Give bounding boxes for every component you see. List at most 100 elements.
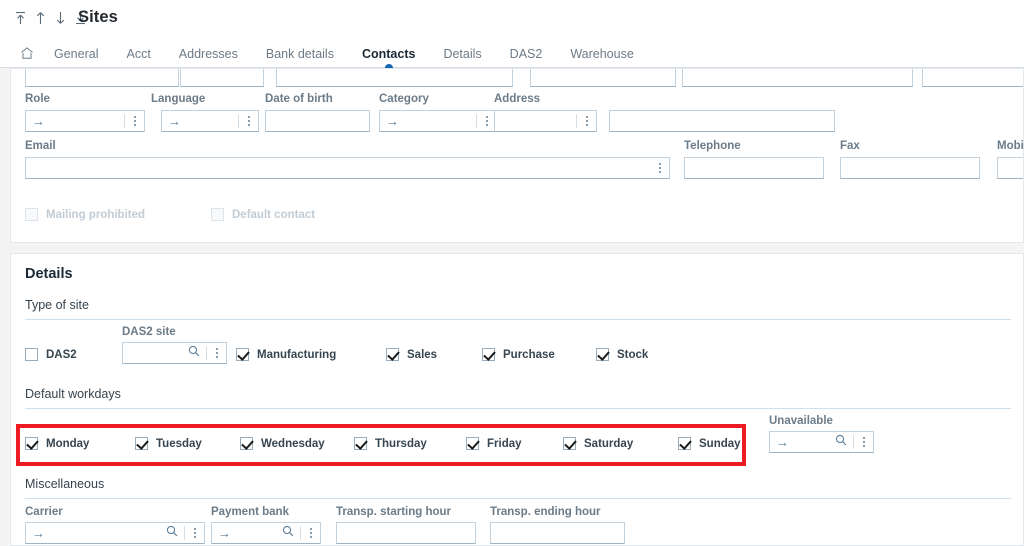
checkbox-label: Manufacturing (257, 349, 336, 361)
address-code-input[interactable] (494, 110, 597, 132)
workday-checkbox-thursday[interactable]: Thursday (354, 437, 427, 450)
checkbox-label: Thursday (375, 438, 427, 450)
payment-bank-input[interactable]: → (211, 522, 321, 544)
purchase-checkbox[interactable]: Purchase (482, 348, 555, 361)
das2-checkbox[interactable]: DAS2 (25, 348, 77, 361)
das2-site-input[interactable] (122, 342, 227, 364)
section-title-type-of-site: Type of site (25, 298, 89, 312)
role-label: Role (25, 93, 50, 105)
stock-checkbox[interactable]: Stock (596, 348, 648, 361)
app-header: Sites (0, 0, 1024, 40)
address-text-input[interactable] (609, 110, 835, 132)
transp-ending-hour-input[interactable] (490, 522, 625, 544)
tab-contacts[interactable]: Contacts (348, 40, 429, 68)
mailing-prohibited-checkbox[interactable]: Mailing prohibited (25, 208, 145, 221)
manufacturing-checkbox[interactable]: Manufacturing (236, 348, 336, 361)
mobile-input[interactable] (997, 157, 1024, 179)
tab-das2[interactable]: DAS2 (496, 40, 557, 68)
mobile-label: Mobi (997, 140, 1024, 152)
arrow-icon: → (32, 527, 45, 540)
search-icon[interactable] (282, 524, 294, 542)
tab-label: DAS2 (510, 47, 543, 61)
divider (124, 114, 125, 128)
telephone-input[interactable] (684, 157, 824, 179)
tab-home[interactable] (18, 40, 40, 68)
sales-checkbox[interactable]: Sales (386, 348, 437, 361)
checkbox-box (596, 348, 609, 361)
clipped-field-5[interactable] (682, 68, 913, 87)
category-kebab-icon[interactable] (482, 114, 492, 128)
default-contact-checkbox[interactable]: Default contact (211, 208, 315, 221)
email-input[interactable] (25, 157, 670, 179)
unavailable-input[interactable]: → (769, 431, 874, 453)
language-kebab-icon[interactable] (244, 114, 254, 128)
previous-record-icon[interactable] (34, 9, 47, 27)
divider (576, 114, 577, 128)
checkbox-box (466, 437, 479, 450)
workday-checkbox-wednesday[interactable]: Wednesday (240, 437, 325, 450)
carrier-kebab-icon[interactable] (190, 526, 200, 540)
search-icon[interactable] (166, 524, 178, 542)
section-title-miscellaneous: Miscellaneous (25, 477, 104, 491)
carrier-input[interactable]: → (25, 522, 205, 544)
workday-checkbox-saturday[interactable]: Saturday (563, 437, 633, 450)
section-title-default-workdays: Default workdays (25, 387, 121, 401)
language-input[interactable]: → (161, 110, 259, 132)
category-input[interactable]: → (379, 110, 497, 132)
checkbox-label: DAS2 (46, 349, 77, 361)
divider (853, 435, 854, 449)
transp-starting-hour-input[interactable] (336, 522, 476, 544)
checkbox-box (386, 348, 399, 361)
clipped-field-4[interactable] (530, 68, 676, 87)
das2-site-kebab-icon[interactable] (212, 346, 222, 360)
divider (476, 114, 477, 128)
divider (184, 526, 185, 540)
tab-label: Contacts (362, 47, 415, 61)
search-icon[interactable] (835, 433, 847, 451)
checkbox-box (563, 437, 576, 450)
tab-acct[interactable]: Acct (112, 40, 164, 68)
tab-bank-details[interactable]: Bank details (252, 40, 348, 68)
workday-checkbox-tuesday[interactable]: Tuesday (135, 437, 202, 450)
workday-checkbox-sunday[interactable]: Sunday (678, 437, 741, 450)
checkbox-box (482, 348, 495, 361)
date-of-birth-label: Date of birth (265, 93, 333, 105)
checkbox-box (25, 437, 38, 450)
workday-checkbox-friday[interactable]: Friday (466, 437, 522, 450)
checkbox-box (25, 208, 38, 221)
contacts-panel: Role Language Date of birth Category Add… (10, 68, 1024, 243)
date-of-birth-input[interactable] (265, 110, 370, 132)
start-hour-label: Transp. starting hour (336, 506, 451, 518)
clipped-field-3[interactable] (276, 68, 513, 87)
unavailable-kebab-icon[interactable] (859, 435, 869, 449)
checkbox-label: Monday (46, 438, 89, 450)
clipped-field-6[interactable] (922, 68, 1024, 87)
das2-site-label: DAS2 site (122, 326, 176, 338)
first-record-icon[interactable] (14, 9, 27, 27)
payment-bank-label: Payment bank (211, 506, 289, 518)
checkbox-label: Friday (487, 438, 522, 450)
role-kebab-icon[interactable] (130, 114, 140, 128)
clipped-field-1[interactable] (25, 68, 179, 87)
unavailable-label: Unavailable (769, 415, 833, 427)
role-input[interactable]: → (25, 110, 145, 132)
address-kebab-icon[interactable] (582, 114, 592, 128)
email-label: Email (25, 140, 56, 152)
checkbox-box (236, 348, 249, 361)
tab-details[interactable]: Details (429, 40, 495, 68)
section-rule (25, 408, 1011, 409)
tab-warehouse[interactable]: Warehouse (556, 40, 647, 68)
next-record-icon[interactable] (54, 9, 67, 27)
search-icon[interactable] (188, 344, 200, 362)
language-label: Language (151, 93, 205, 105)
tab-general[interactable]: General (40, 40, 112, 68)
tab-addresses[interactable]: Addresses (165, 40, 252, 68)
payment-bank-kebab-icon[interactable] (306, 526, 316, 540)
checkbox-label: Sunday (699, 438, 741, 450)
email-kebab-icon[interactable] (655, 161, 665, 175)
fax-input[interactable] (840, 157, 980, 179)
workday-checkbox-monday[interactable]: Monday (25, 437, 89, 450)
clipped-field-2[interactable] (180, 68, 264, 87)
divider (206, 346, 207, 360)
arrow-icon: → (386, 115, 399, 128)
